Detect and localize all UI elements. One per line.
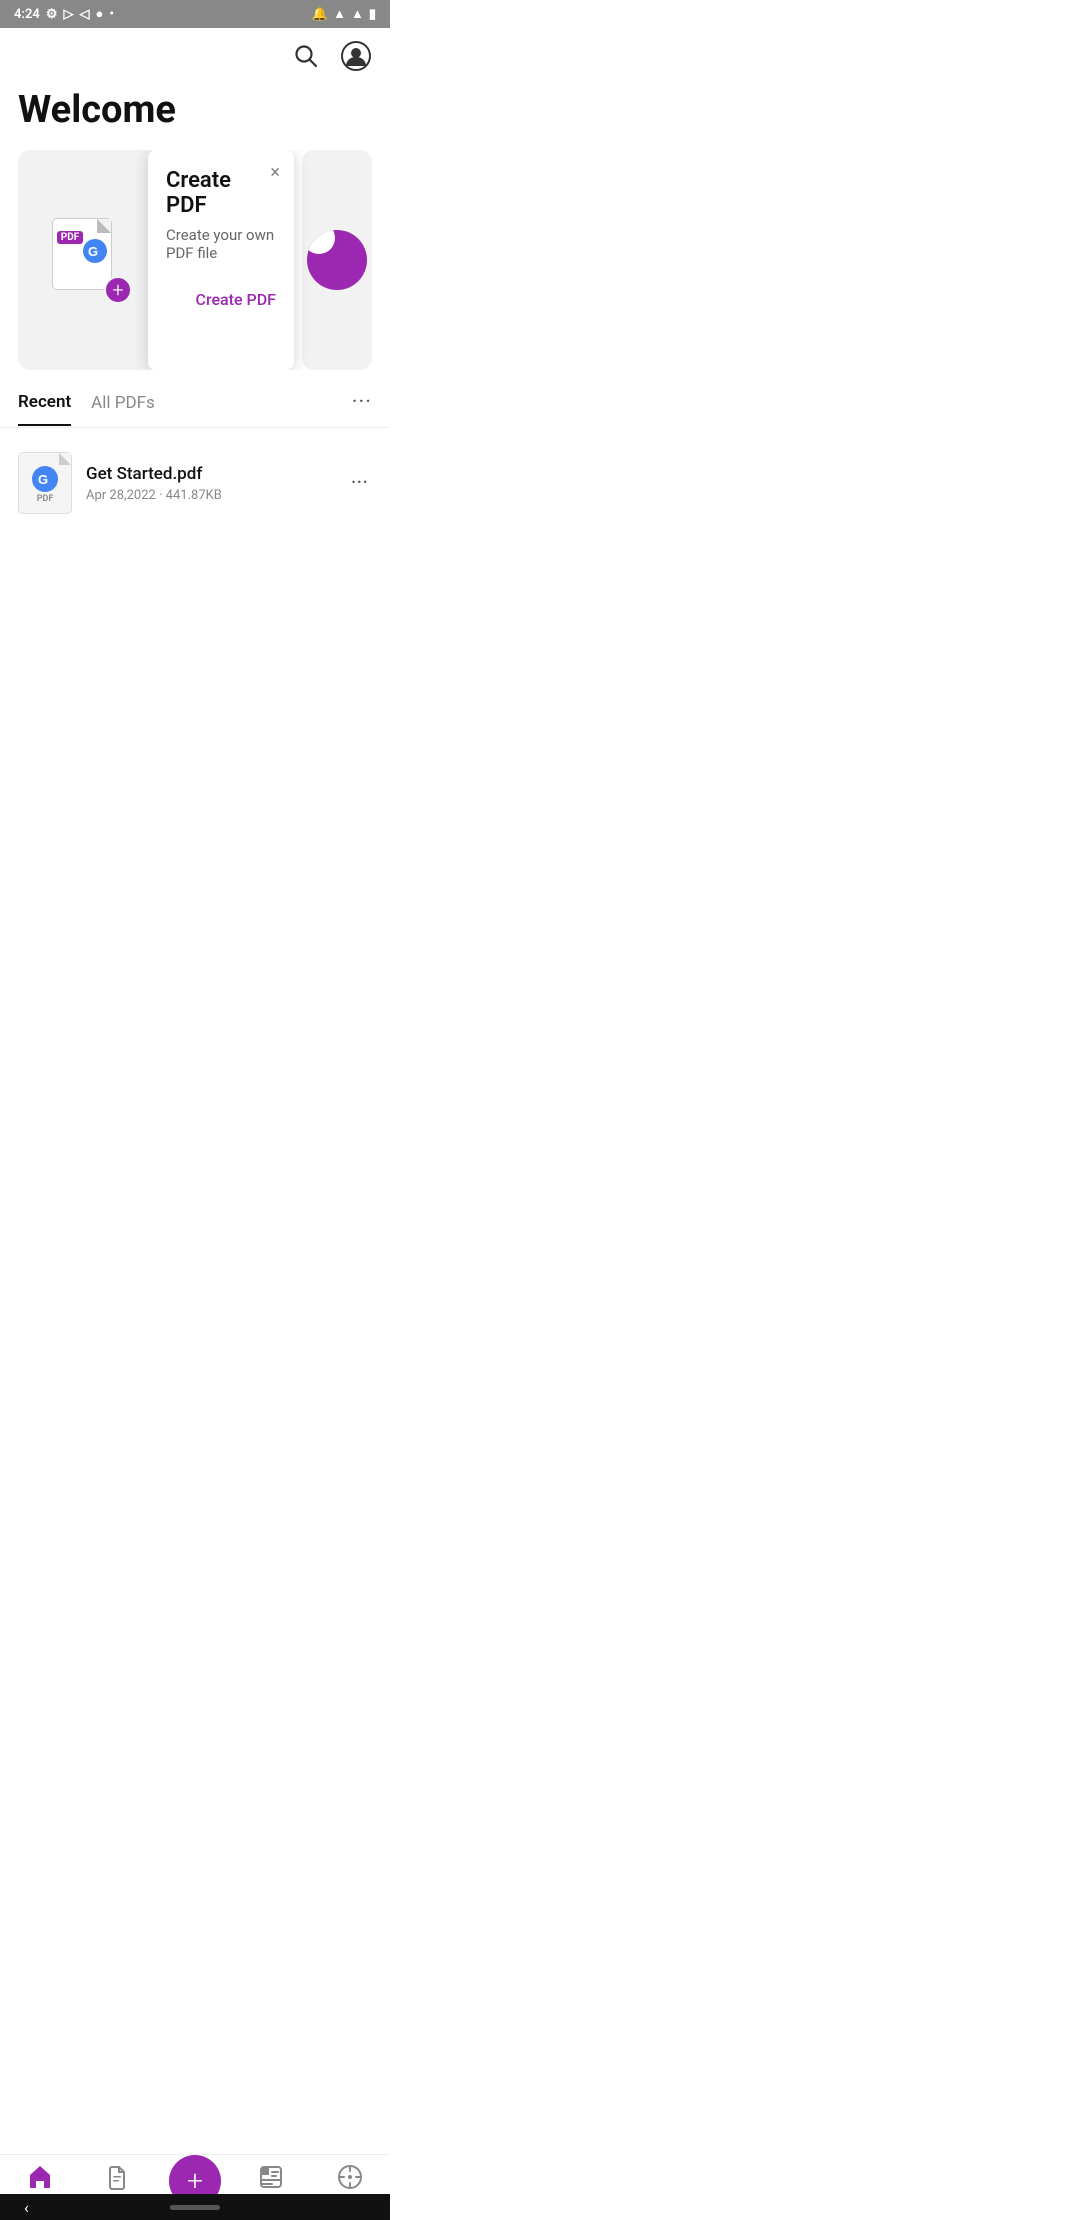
create-pdf-card[interactable]: PDF G +	[18, 150, 158, 370]
header	[0, 28, 390, 80]
svg-text:G: G	[88, 244, 98, 259]
signal-icon: ▲	[351, 6, 364, 22]
tab-recent[interactable]: Recent	[18, 392, 71, 426]
tabs-more-button[interactable]: ···	[352, 390, 372, 427]
tooltip-description: Create your own PDF file	[166, 226, 276, 262]
recents-button[interactable]: ▫	[361, 2199, 366, 2216]
time: 4:24	[14, 7, 40, 22]
svg-text:G: G	[38, 472, 48, 487]
file-info: Apr 28,2022 · 441.87KB	[86, 488, 333, 503]
arc-icon	[307, 230, 367, 290]
welcome-title: Welcome	[0, 80, 390, 150]
profile-button[interactable]	[340, 40, 372, 72]
file-name: Get Started.pdf	[86, 464, 333, 484]
system-bar: ‹ ▫	[0, 2194, 390, 2220]
table-row[interactable]: G PDF Get Started.pdf Apr 28,2022 · 441.…	[18, 442, 372, 524]
file-meta: Get Started.pdf Apr 28,2022 · 441.87KB	[86, 464, 333, 503]
pdf-plus-icon: +	[104, 276, 132, 304]
location-icon: ▷	[63, 7, 73, 22]
file-list: G PDF Get Started.pdf Apr 28,2022 · 441.…	[0, 428, 390, 538]
tab-all-pdfs[interactable]: All PDFs	[91, 393, 155, 425]
settings-icon: ⚙	[46, 7, 58, 22]
pdf-create-icon: PDF G +	[52, 218, 124, 302]
create-pdf-action[interactable]: Create PDF	[166, 290, 276, 309]
file-extension: PDF	[37, 494, 54, 504]
mute-icon: 🔔	[312, 7, 328, 22]
back-button[interactable]: ‹	[24, 2198, 29, 2217]
tabs: Recent All PDFs ···	[0, 370, 390, 428]
dot-icon: •	[109, 7, 114, 22]
file-more-button[interactable]: ···	[347, 467, 372, 500]
tooltip-title: Create PDF	[166, 168, 276, 218]
search-button[interactable]	[290, 40, 322, 72]
home-pill[interactable]	[170, 2205, 220, 2210]
whatsapp-icon: ●	[95, 6, 103, 22]
status-bar: 4:24 ⚙ ▷ ◁ ● • 🔔 ▲ ▲ ▮	[0, 0, 390, 28]
file-icon: G PDF	[18, 452, 72, 514]
send-icon: ◁	[79, 7, 89, 22]
wifi-icon: ▲	[333, 6, 346, 22]
right-card[interactable]	[302, 150, 372, 370]
tooltip-close-button[interactable]: ×	[270, 162, 280, 183]
pdf-label: PDF	[57, 231, 83, 244]
create-pdf-tooltip: × Create PDF Create your own PDF file Cr…	[148, 150, 294, 370]
card-carousel: PDF G + × Create PDF Create your own PDF…	[0, 150, 390, 370]
battery-icon: ▮	[369, 7, 376, 22]
